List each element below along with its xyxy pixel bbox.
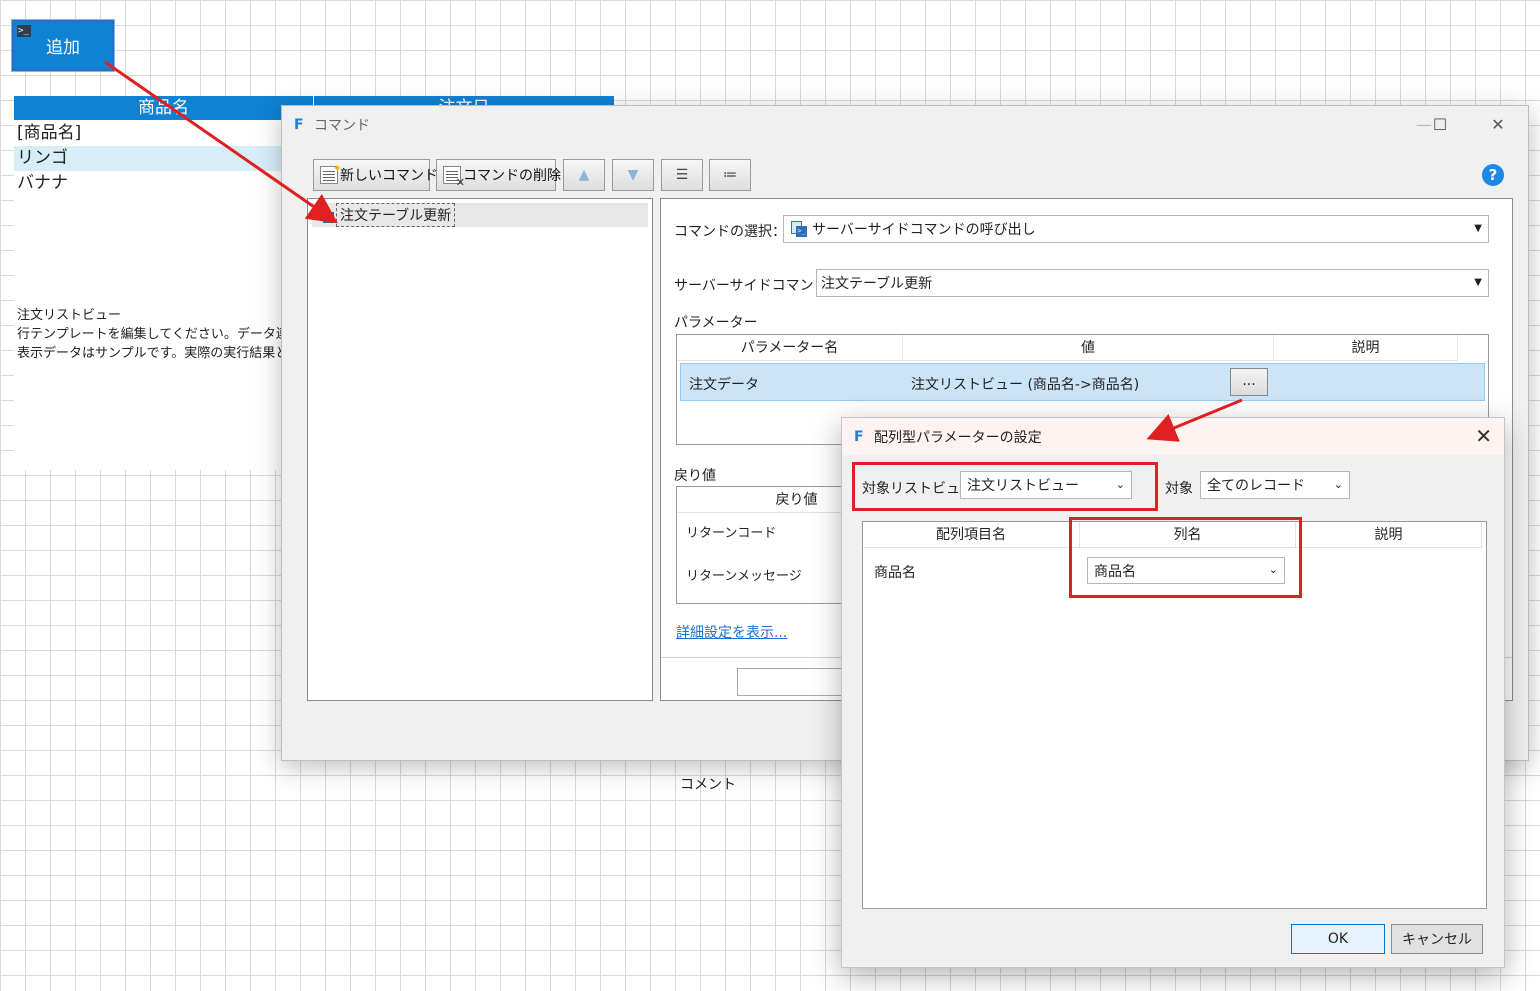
highlight-box [852, 462, 1158, 511]
cancel-button[interactable]: キャンセル [1391, 924, 1483, 954]
note-line: 表示データはサンプルです。実際の実行結果と [17, 346, 282, 361]
terminal-icon: >_ [17, 25, 31, 37]
delete-command-button[interactable]: ✕ コマンドの削除 [436, 159, 561, 191]
bullet-list-icon: ≔ [723, 167, 737, 183]
return-row[interactable]: リターンメッセージ [686, 565, 802, 584]
array-dialog-title: 配列型パラメーターの設定 [874, 429, 1042, 446]
returns-header-label: 戻り値 [775, 492, 818, 508]
array-dialog-titlebar: F 配列型パラメーターの設定 [842, 418, 1504, 455]
indent-list-icon: ☰ [675, 167, 689, 183]
parameters-label: パラメーター [674, 315, 758, 331]
array-item-name: 商品名 [874, 565, 916, 581]
return-row[interactable]: リターンコード [686, 522, 776, 541]
show-details-link[interactable]: 詳細設定を表示... [676, 622, 787, 642]
grid-header-item-name: 配列項目名 [863, 522, 1080, 548]
app-logo-icon: F [294, 117, 304, 133]
grid-header-param-name: パラメーター名 [677, 335, 903, 361]
server-command-value: 注文テーブル更新 [821, 276, 933, 292]
command-tree: >_ 注文テーブル更新 [307, 198, 653, 701]
delete-command-label: コマンドの削除 [463, 168, 561, 184]
move-up-button[interactable]: ▲ [563, 159, 605, 191]
parameter-row[interactable]: 注文データ 注文リストビュー (商品名->商品名) ... [680, 363, 1485, 401]
command-dialog-title: コマンド [314, 118, 370, 134]
parameter-name: 注文データ [689, 377, 759, 393]
listview-row: リンゴ [14, 146, 284, 171]
arrow-down-icon: ▼ [627, 167, 639, 183]
dropdown-arrow-icon: ▼ [1474, 223, 1482, 234]
returns-label: 戻り値 [674, 468, 716, 484]
outdent-button[interactable]: ≔ [709, 159, 751, 191]
parameter-edit-button[interactable]: ... [1230, 368, 1268, 396]
delete-document-icon: ✕ [443, 166, 465, 189]
app-logo-icon: F [854, 428, 864, 445]
maximize-icon[interactable]: ☐ [1428, 114, 1452, 136]
close-icon[interactable]: ✕ [1486, 114, 1510, 136]
listview-header-product: 商品名 [14, 96, 313, 120]
comment-input[interactable] [737, 668, 857, 696]
new-document-icon: ✦ [320, 162, 342, 184]
highlight-box [1069, 517, 1302, 598]
help-icon[interactable]: ? [1482, 164, 1504, 186]
chevron-down-icon: ⌄ [1333, 478, 1343, 491]
arrow-up-icon: ▲ [578, 167, 590, 183]
move-down-button[interactable]: ▼ [612, 159, 654, 191]
target-label: 対象 [1165, 481, 1193, 497]
dropdown-arrow-icon: ▼ [1474, 277, 1482, 288]
new-command-button[interactable]: ✦ 新しいコマンド [313, 159, 438, 191]
tree-item-label: 注文テーブル更新 [336, 203, 456, 227]
ok-button[interactable]: OK [1291, 924, 1385, 954]
tree-item-order-update[interactable]: >_ 注文テーブル更新 [312, 203, 648, 227]
listview-row: [商品名] [17, 123, 82, 143]
grid-header-value: 値 [903, 335, 1274, 361]
note-line: 行テンプレートを編集してください。データ連結 [17, 327, 282, 342]
server-command-icon: >_ [318, 207, 334, 223]
listview-note: 注文リストビュー 行テンプレートを編集してください。データ連結 表示データはサン… [17, 306, 282, 363]
command-select-value: サーバーサイドコマンドの呼び出し [812, 222, 1036, 238]
target-select[interactable]: 全てのレコード ⌄ [1200, 471, 1350, 499]
indent-button[interactable]: ☰ [661, 159, 703, 191]
server-command-select[interactable]: 注文テーブル更新 ▼ [816, 269, 1489, 297]
command-select-label: コマンドの選択： [674, 224, 786, 240]
parameter-value: 注文リストビュー (商品名->商品名) [911, 377, 1140, 393]
server-command-icon: >_ [791, 221, 807, 237]
command-select[interactable]: >_ サーバーサイドコマンドの呼び出し ▼ [783, 215, 1489, 243]
grid-header-description: 説明 [1274, 335, 1458, 361]
add-button[interactable]: >_ 追加 [11, 19, 115, 72]
close-icon[interactable]: ✕ [1475, 426, 1492, 446]
array-parameter-dialog: F 配列型パラメーターの設定 ✕ 対象リストビュー 注文リストビュー ⌄ 対象 … [841, 417, 1505, 968]
new-command-label: 新しいコマンド [340, 168, 438, 184]
comment-label: コメント [680, 777, 736, 793]
add-button-label: 追加 [46, 38, 80, 58]
note-line: 注文リストビュー [17, 308, 122, 323]
listview-row: バナナ [17, 173, 68, 193]
command-dialog-titlebar: F コマンド [282, 106, 1528, 144]
grid-header-description: 説明 [1296, 522, 1482, 548]
target-value: 全てのレコード [1207, 478, 1305, 494]
